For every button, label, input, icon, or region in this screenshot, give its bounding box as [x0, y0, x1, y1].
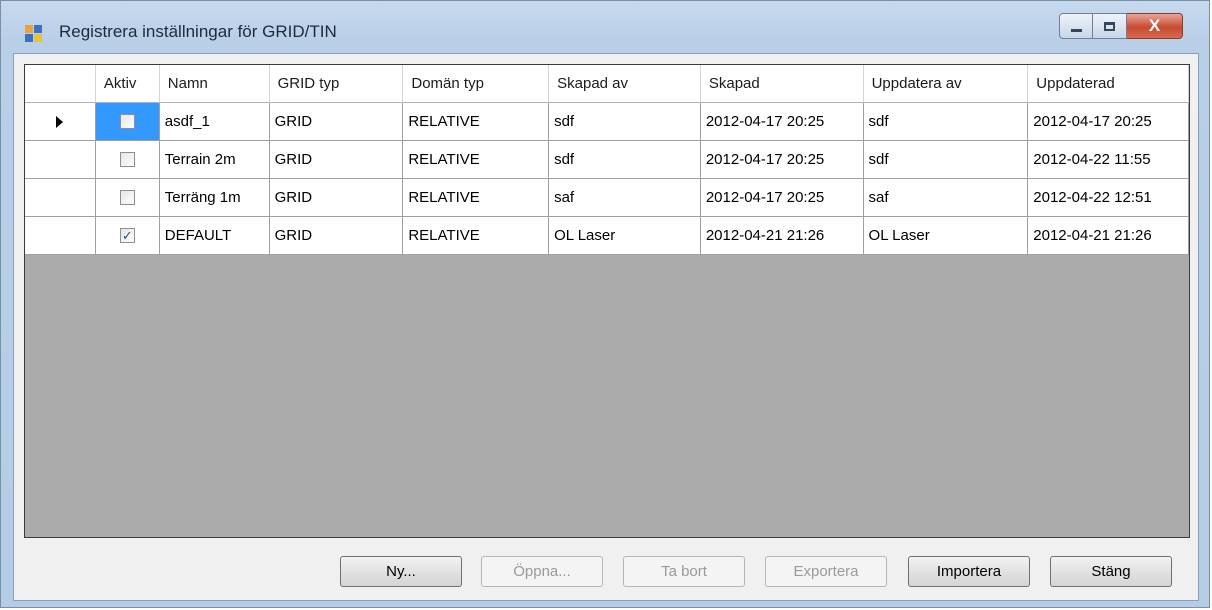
doman-typ-cell[interactable]: RELATIVE — [403, 179, 550, 217]
uppdaterad-cell[interactable]: 2012-04-22 12:51 — [1028, 179, 1189, 217]
new-button[interactable]: Ny... — [340, 556, 462, 587]
aktiv-checkbox[interactable] — [119, 190, 135, 205]
uppdatera-av-cell[interactable]: OL Laser — [863, 217, 1029, 255]
skapad-cell[interactable]: 2012-04-17 20:25 — [700, 179, 864, 217]
skapad-av-cell[interactable]: OL Laser — [549, 217, 701, 255]
aktiv-checkbox[interactable] — [119, 114, 135, 129]
table-row[interactable]: Terrain 2m GRID RELATIVE sdf 2012-04-17 … — [25, 141, 1189, 179]
row-header-corner — [25, 65, 96, 103]
aktiv-cell[interactable] — [95, 141, 160, 179]
skapad-cell[interactable]: 2012-04-17 20:25 — [700, 103, 864, 141]
window-title: Registrera inställningar för GRID/TIN — [59, 22, 337, 41]
row-header[interactable] — [25, 103, 96, 141]
namn-cell[interactable]: asdf_1 — [159, 103, 270, 141]
settings-grid[interactable]: Aktiv Namn GRID typ Domän typ Skapad av … — [24, 64, 1190, 538]
namn-cell[interactable]: Terräng 1m — [159, 179, 270, 217]
caption-buttons: X — [1059, 13, 1183, 41]
grid-typ-cell[interactable]: GRID — [269, 217, 404, 255]
maximize-button[interactable] — [1093, 13, 1127, 39]
dialog-client-area: Aktiv Namn GRID typ Domän typ Skapad av … — [13, 53, 1199, 601]
grid-header-row: Aktiv Namn GRID typ Domän typ Skapad av … — [25, 65, 1189, 103]
grid-typ-cell[interactable]: GRID — [269, 103, 404, 141]
close-dialog-button[interactable]: Stäng — [1050, 556, 1172, 587]
uppdaterad-cell[interactable]: 2012-04-17 20:25 — [1028, 103, 1189, 141]
import-button[interactable]: Importera — [908, 556, 1030, 587]
open-button[interactable]: Öppna... — [481, 556, 603, 587]
export-button[interactable]: Exportera — [765, 556, 887, 587]
title-bar[interactable]: Registrera inställningar för GRID/TIN X — [1, 1, 1209, 53]
dialog-window: Registrera inställningar för GRID/TIN X … — [0, 0, 1210, 608]
row-header[interactable] — [25, 141, 96, 179]
skapad-cell[interactable]: 2012-04-17 20:25 — [700, 141, 864, 179]
close-button[interactable]: X — [1127, 13, 1183, 39]
uppdatera-av-cell[interactable]: sdf — [863, 141, 1029, 179]
table-row[interactable]: ✓ DEFAULT GRID RELATIVE OL Laser 2012-04… — [25, 217, 1189, 255]
aktiv-cell[interactable] — [95, 179, 160, 217]
aktiv-cell[interactable]: ✓ — [95, 217, 160, 255]
uppdatera-av-cell[interactable]: saf — [863, 179, 1029, 217]
delete-button[interactable]: Ta bort — [623, 556, 745, 587]
aktiv-checkbox[interactable]: ✓ — [119, 228, 135, 243]
uppdatera-av-cell[interactable]: sdf — [863, 103, 1029, 141]
uppdaterad-cell[interactable]: 2012-04-21 21:26 — [1028, 217, 1189, 255]
row-header[interactable] — [25, 179, 96, 217]
maximize-icon — [1104, 21, 1115, 31]
table-row[interactable]: Terräng 1m GRID RELATIVE saf 2012-04-17 … — [25, 179, 1189, 217]
doman-typ-cell[interactable]: RELATIVE — [403, 217, 550, 255]
aktiv-cell[interactable] — [95, 103, 160, 141]
column-header-skapad-av[interactable]: Skapad av — [549, 65, 701, 103]
app-icon — [25, 25, 43, 43]
close-icon: X — [1148, 16, 1161, 35]
current-row-arrow-icon — [56, 115, 64, 128]
namn-cell[interactable]: DEFAULT — [159, 217, 270, 255]
column-header-doman-typ[interactable]: Domän typ — [403, 65, 550, 103]
namn-cell[interactable]: Terrain 2m — [159, 141, 270, 179]
skapad-av-cell[interactable]: sdf — [549, 141, 701, 179]
column-header-uppdatera-av[interactable]: Uppdatera av — [863, 65, 1029, 103]
grid-typ-cell[interactable]: GRID — [269, 141, 404, 179]
grid-typ-cell[interactable]: GRID — [269, 179, 404, 217]
row-header[interactable] — [25, 217, 96, 255]
uppdaterad-cell[interactable]: 2012-04-22 11:55 — [1028, 141, 1189, 179]
minimize-button[interactable] — [1059, 13, 1093, 39]
minimize-icon — [1070, 28, 1082, 32]
column-header-namn[interactable]: Namn — [159, 65, 270, 103]
column-header-aktiv[interactable]: Aktiv — [95, 65, 160, 103]
doman-typ-cell[interactable]: RELATIVE — [403, 141, 550, 179]
column-header-grid-typ[interactable]: GRID typ — [269, 65, 404, 103]
column-header-uppdaterad[interactable]: Uppdaterad — [1028, 65, 1189, 103]
skapad-av-cell[interactable]: sdf — [549, 103, 701, 141]
table-row[interactable]: asdf_1 GRID RELATIVE sdf 2012-04-17 20:2… — [25, 103, 1189, 141]
aktiv-checkbox[interactable] — [119, 152, 135, 167]
skapad-av-cell[interactable]: saf — [549, 179, 701, 217]
doman-typ-cell[interactable]: RELATIVE — [403, 103, 550, 141]
column-header-skapad[interactable]: Skapad — [700, 65, 864, 103]
skapad-cell[interactable]: 2012-04-21 21:26 — [700, 217, 864, 255]
